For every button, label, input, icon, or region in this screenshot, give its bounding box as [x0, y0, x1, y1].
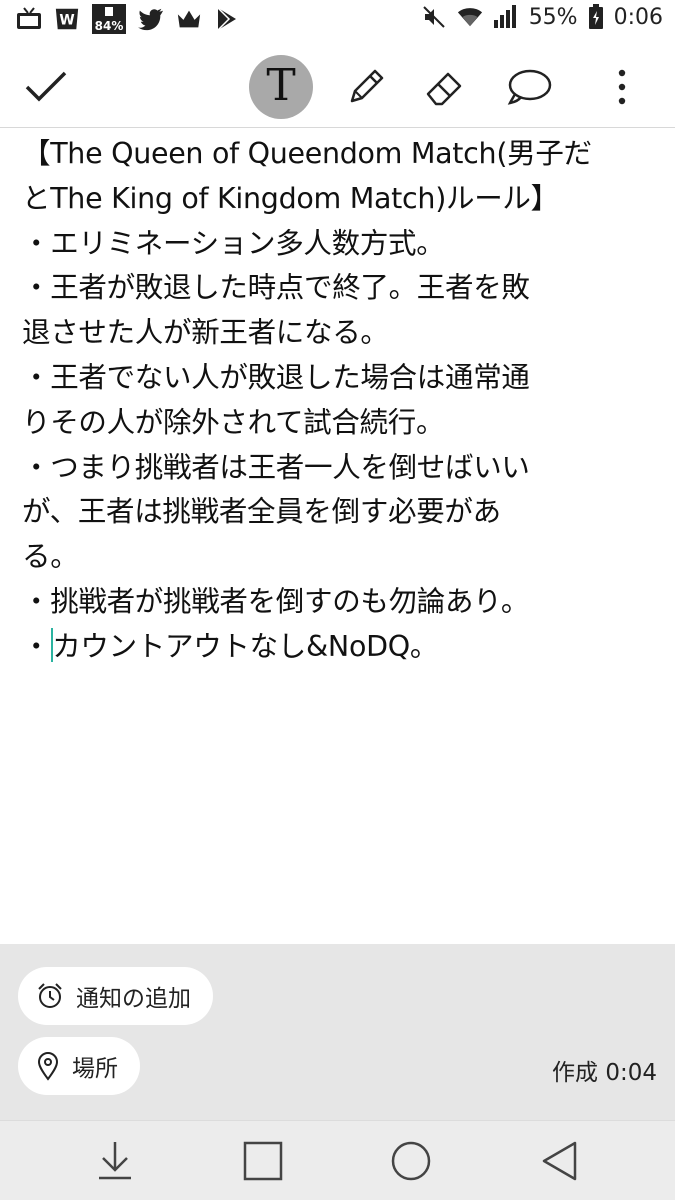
note-line: る。	[22, 540, 79, 574]
pen-tool-button[interactable]	[334, 55, 398, 119]
back-button[interactable]	[535, 1137, 583, 1185]
wifi-icon	[457, 4, 483, 30]
crown-icon	[176, 6, 202, 32]
speech-bubble-icon	[507, 69, 552, 105]
more-vert-icon	[618, 69, 626, 105]
percent-badge-icon: 84%	[92, 4, 126, 34]
play-store-icon	[214, 6, 240, 32]
note-line: りその人が除外されて試合続行。	[22, 405, 445, 439]
more-options-button[interactable]	[590, 55, 654, 119]
check-icon	[25, 71, 67, 102]
twitter-icon	[138, 6, 164, 32]
notification-icons: W 84%	[16, 4, 240, 34]
created-timestamp: 作成 0:04	[552, 1060, 657, 1086]
navigation-bar	[0, 1120, 675, 1200]
status-bar: W 84% 55% 0:06	[0, 0, 675, 46]
home-button[interactable]	[387, 1137, 435, 1185]
clock: 0:06	[613, 4, 663, 30]
back-icon	[542, 1141, 577, 1181]
add-reminder-label: 通知の追加	[76, 986, 191, 1012]
recent-apps-button[interactable]	[239, 1137, 287, 1185]
done-button[interactable]	[14, 55, 78, 119]
text-tool-button[interactable]: T	[249, 55, 313, 119]
w-logo-icon: W	[54, 6, 80, 32]
notification-shade-button[interactable]	[91, 1137, 139, 1185]
tv-icon	[16, 6, 42, 32]
pen-icon	[350, 69, 384, 103]
note-options-panel: 通知の追加 場所 作成 0:04	[0, 944, 675, 1120]
note-line-with-cursor: ・カウントアウトなし&NoDQ。	[22, 625, 662, 670]
mute-icon	[421, 4, 447, 30]
note-line: ・挑戦者が挑戦者を倒すのも勿論あり。	[22, 584, 530, 618]
add-reminder-button[interactable]: 通知の追加	[18, 967, 213, 1025]
alarm-clock-icon	[38, 983, 62, 1008]
note-line: が、王者は挑戦者全員を倒す必要があ	[22, 495, 501, 529]
note-line: ・王者でない人が敗退した場合は通常通	[22, 360, 530, 394]
eraser-tool-button[interactable]	[414, 55, 478, 119]
recent-apps-icon	[243, 1141, 283, 1181]
location-pin-icon	[37, 1052, 59, 1081]
svg-text:W: W	[59, 13, 74, 29]
note-line: 【The Queen of Queendom Match(男子だ	[22, 137, 592, 170]
note-line: 退させた人が新王者になる。	[22, 316, 389, 350]
note-line: とThe King of Kingdom Match)ルール】	[22, 181, 559, 215]
note-line: ・つまり挑戦者は王者一人を倒せばいい	[22, 450, 530, 484]
download-icon	[99, 1142, 131, 1180]
battery-percent: 55%	[528, 4, 578, 30]
note-line: ・王者が敗退した時点で終了。王者を敗	[22, 271, 530, 305]
svg-text:84%: 84%	[95, 19, 124, 33]
note-body[interactable]: 【The Queen of Queendom Match(男子だ とThe Ki…	[22, 132, 662, 670]
comment-tool-button[interactable]	[497, 55, 561, 119]
signal-icon	[493, 4, 519, 30]
editor-toolbar: T	[0, 46, 675, 128]
home-icon	[391, 1141, 431, 1181]
add-location-label: 場所	[72, 1056, 118, 1082]
text-tool-icon: T	[266, 60, 296, 111]
battery-icon	[588, 4, 604, 30]
system-icons: 55% 0:06	[421, 4, 663, 30]
bullet: ・	[22, 629, 51, 663]
eraser-icon	[426, 72, 462, 106]
note-line: ・エリミネーション多人数方式。	[22, 226, 445, 260]
add-location-button[interactable]: 場所	[18, 1037, 140, 1095]
note-line-text: カウントアウトなし&NoDQ。	[52, 629, 439, 663]
